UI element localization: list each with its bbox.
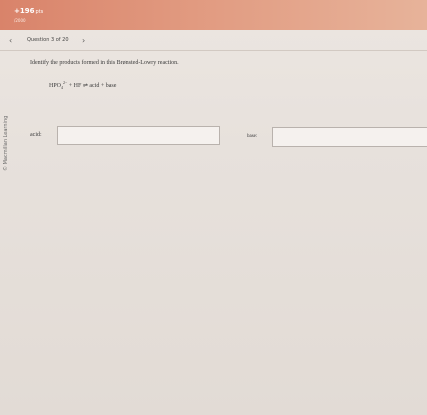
equilibrium-arrow-icon: ⇌ <box>82 83 88 89</box>
acid-input[interactable] <box>57 126 220 145</box>
product-acid: acid <box>89 83 100 89</box>
reactant-hpo4-charge: 2− <box>63 80 68 85</box>
chevron-left-icon[interactable]: ‹ <box>9 36 12 45</box>
reactant-hpo4-subscript: 4 <box>61 85 64 91</box>
reactant-hpo4: HPO <box>49 83 62 89</box>
copyright-text: © Macmillan Learning <box>3 115 9 171</box>
reaction-equation: HPO42− + HF ⇌ acid + base <box>49 80 116 90</box>
question-page: +196pts /2000 ‹ Question 3 of 20 › © Mac… <box>0 0 427 415</box>
divider <box>0 50 427 51</box>
score-unit: pts <box>35 9 44 15</box>
acid-label: acid: <box>30 132 42 138</box>
score-number: +196 <box>14 7 35 15</box>
score-value: +196pts <box>14 7 43 15</box>
question-counter: Question 3 of 20 <box>27 37 69 43</box>
base-input[interactable] <box>272 127 427 147</box>
question-prompt: Identify the products formed in this Brø… <box>30 60 179 66</box>
plus-sign: + <box>100 83 105 89</box>
plus-sign: + <box>68 83 73 89</box>
score-subtext: /2000 <box>14 18 26 23</box>
score-header: +196pts /2000 <box>0 0 427 30</box>
base-label: base: <box>247 134 258 139</box>
copyright-sidebar: © Macmillan Learning <box>1 61 9 181</box>
chevron-right-icon[interactable]: › <box>82 36 85 45</box>
product-base: base <box>105 83 117 89</box>
reactant-hf: HF <box>73 83 82 89</box>
